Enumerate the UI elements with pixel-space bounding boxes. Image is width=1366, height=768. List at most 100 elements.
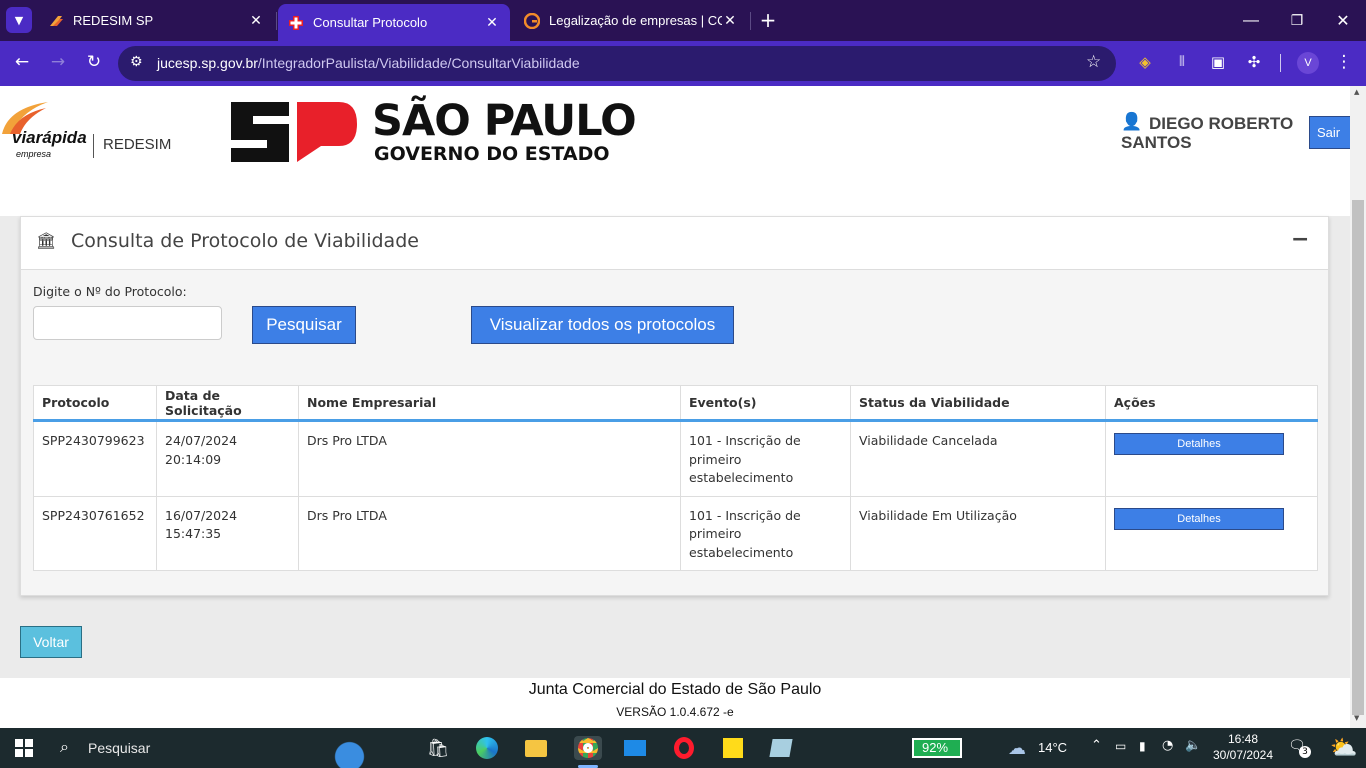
details-button[interactable]: Detalhes <box>1114 433 1284 455</box>
tab-consultar-protocolo[interactable]: Consultar Protocolo ✕ <box>278 4 510 41</box>
sp-government-emblem-icon <box>231 102 357 162</box>
tab-label: REDESIM SP <box>73 13 154 28</box>
scroll-down-icon[interactable]: ▼ <box>1354 714 1359 722</box>
restore-icon: ❐ <box>1290 12 1304 28</box>
meet-icon[interactable]: ▭ <box>1115 739 1126 753</box>
logout-button[interactable]: Sair <box>1309 116 1350 149</box>
battery-icon[interactable]: ▮ <box>1139 739 1146 753</box>
clock[interactable]: 16:48 30/07/2024 <box>1212 731 1274 763</box>
cell-nome: Drs Pro LTDA <box>298 495 681 571</box>
url-path: /IntegradorPaulista/Viabilidade/Consulta… <box>257 55 580 71</box>
tab-search-button[interactable]: ▼ <box>6 7 32 33</box>
new-tab-button[interactable]: + <box>756 8 780 32</box>
col-header-status: Status da Viabilidade <box>850 385 1106 422</box>
weather-temperature[interactable]: 14°C <box>1038 740 1067 755</box>
restore-button[interactable]: ❐ <box>1274 0 1320 41</box>
close-icon[interactable]: ✕ <box>248 12 264 29</box>
edge-icon <box>476 737 498 759</box>
table-header-row: Protocolo Data de Solicitação Nome Empre… <box>33 385 1318 422</box>
taskbar-app-icon[interactable] <box>769 736 793 760</box>
site-settings-icon[interactable]: ⚙ <box>130 54 143 70</box>
forward-nav-button[interactable]: → <box>44 48 72 76</box>
windows-taskbar: ⌕ Pesquisar 🛍 92% ☁ 14°C ⌃ ▭ ▮ ◔ 🔈 16:48… <box>0 728 1366 768</box>
battery-percent: 92% <box>922 740 949 755</box>
panel-header: 🏛 Consulta de Protocolo de Viabilidade − <box>21 217 1328 270</box>
extension-screenshot-icon[interactable]: ▣ <box>1204 48 1232 76</box>
cell-evento: 101 - Inscrição de primeiro estabelecime… <box>680 420 851 497</box>
details-button[interactable]: Detalhes <box>1114 507 1284 530</box>
close-window-button[interactable]: ✕ <box>1320 0 1366 41</box>
close-icon[interactable]: ✕ <box>484 14 500 31</box>
taskbar-file-explorer-icon[interactable] <box>524 736 548 760</box>
taskbar-mail-icon[interactable] <box>623 736 647 760</box>
cell-protocolo: SPP2430799623 <box>33 420 157 497</box>
chevron-up-icon[interactable]: ⌃ <box>1091 738 1102 753</box>
wifi-icon[interactable]: ◔ <box>1162 738 1173 753</box>
reload-button[interactable]: ↻ <box>80 48 108 76</box>
bank-building-icon: 🏛 <box>36 231 57 250</box>
gov-subtitle: GOVERNO DO ESTADO <box>374 143 610 165</box>
taskbar-chrome-icon[interactable] <box>574 736 602 760</box>
back-nav-button[interactable]: ← <box>8 48 36 76</box>
mail-icon <box>624 740 646 756</box>
col-header-data: Data de Solicitação <box>156 385 299 422</box>
col-header-evento: Evento(s) <box>680 385 851 422</box>
cell-acoes: Detalhes <box>1105 420 1318 497</box>
taskbar-edge-icon[interactable] <box>475 736 499 760</box>
taskbar-opera-icon[interactable] <box>672 736 696 760</box>
weather-widget-icon[interactable]: ⛅ <box>1326 736 1362 761</box>
menu-kebab-icon[interactable]: ⋮ <box>1330 48 1358 76</box>
table-row: SPP2430799623 24/07/2024 20:14:09 Drs Pr… <box>33 420 1318 497</box>
user-name-line1: DIEGO ROBERTO <box>1149 114 1294 133</box>
panel-title: Consulta de Protocolo de Viabilidade <box>71 230 419 252</box>
profile-avatar[interactable]: V <box>1297 52 1319 74</box>
extensions-puzzle-icon[interactable]: ✣ <box>1240 48 1268 76</box>
minimize-button[interactable]: — <box>1228 0 1274 41</box>
col-header-nome: Nome Empresarial <box>298 385 681 422</box>
tab-label: Consultar Protocolo <box>313 15 428 30</box>
clock-time: 16:48 <box>1227 732 1259 746</box>
address-bar[interactable]: ⚙ jucesp.sp.gov.br/IntegradorPaulista/Vi… <box>118 46 1116 81</box>
battery-indicator[interactable]: 92% <box>912 738 962 758</box>
folder-icon <box>525 739 547 757</box>
weather-cloud-icon[interactable]: ☁ <box>1005 736 1029 760</box>
volume-icon[interactable]: 🔈 <box>1185 738 1201 753</box>
collapse-panel-button[interactable]: − <box>1291 227 1309 252</box>
search-icon: ⌕ <box>60 737 69 756</box>
table-row: SPP2430761652 16/07/2024 15:47:35 Drs Pr… <box>33 495 1318 571</box>
extension-badge-icon[interactable]: ◈ <box>1131 48 1159 76</box>
taskbar-search-placeholder: Pesquisar <box>88 740 151 756</box>
search-button[interactable]: Pesquisar <box>252 306 356 344</box>
tab-redesim-sp[interactable]: REDESIM SP ✕ <box>38 6 274 35</box>
redesim-logo-text: REDESIM <box>103 136 172 153</box>
taskbar-search-box[interactable]: ⌕ Pesquisar <box>48 728 398 768</box>
user-name-line2: SANTOS <box>1121 133 1192 152</box>
scrollbar-thumb[interactable] <box>1352 200 1364 715</box>
protocol-input[interactable] <box>33 306 222 340</box>
close-icon[interactable]: ✕ <box>722 12 738 29</box>
extension-bars-icon[interactable]: ⦀ <box>1168 48 1196 76</box>
notification-center-button[interactable]: 🗨 3 <box>1288 738 1311 758</box>
tab-legalizacao[interactable]: Legalização de empresas | CON ✕ <box>514 6 748 35</box>
viarapida-logo: viarápida empresa <box>0 100 95 162</box>
site-header: viarápida empresa REDESIM SÃO PAULO GOVE… <box>0 86 1350 216</box>
windows-start-button[interactable] <box>12 736 36 760</box>
protocols-table: Protocolo Data de Solicitação Nome Empre… <box>33 385 1318 571</box>
viarapida-logo-sub: empresa <box>16 149 52 159</box>
redesim-favicon-icon <box>50 15 63 26</box>
bookmark-star-icon[interactable]: ☆ <box>1086 52 1101 72</box>
windows-logo-icon <box>15 739 33 757</box>
cell-status: Viabilidade Cancelada <box>850 420 1106 497</box>
protocol-label: Digite o Nº do Protocolo: <box>33 284 187 299</box>
opera-icon <box>674 737 694 759</box>
notification-count: 3 <box>1299 746 1311 758</box>
view-all-protocols-button[interactable]: Visualizar todos os protocolos <box>471 306 734 344</box>
web-page: viarápida empresa REDESIM SÃO PAULO GOVE… <box>0 86 1350 728</box>
reload-icon: ↻ <box>86 52 102 72</box>
scroll-up-icon[interactable]: ▲ <box>1354 88 1359 96</box>
gov-title: SÃO PAULO <box>372 96 637 146</box>
plus-icon: + <box>759 8 777 32</box>
taskbar-store-icon[interactable]: 🛍 <box>426 736 450 760</box>
back-button[interactable]: Voltar <box>20 626 82 658</box>
taskbar-sticky-notes-icon[interactable] <box>721 736 745 760</box>
